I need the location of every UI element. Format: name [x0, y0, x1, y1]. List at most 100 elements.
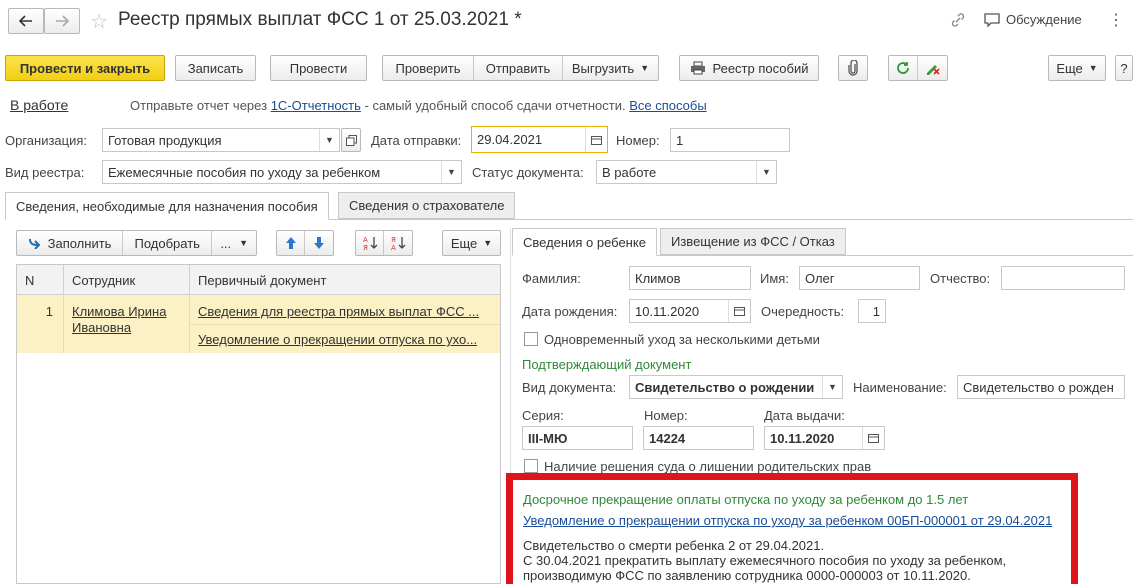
doc-type-field[interactable]: Свидетельство о рождении ▼	[629, 375, 843, 399]
hint-prefix: Отправьте отчет через	[130, 98, 268, 113]
left-more-label: Еще	[450, 235, 478, 251]
number-field[interactable]: 1	[670, 128, 790, 152]
doc-status-label: Статус документа:	[472, 165, 584, 180]
document-state-link[interactable]: В работе	[10, 97, 68, 113]
help-button[interactable]: ?	[1115, 55, 1133, 81]
tab-fss-notice[interactable]: Извещение из ФСС / Отказ	[660, 228, 846, 255]
arrow-up-icon	[285, 237, 296, 249]
court-decision-checkbox[interactable]	[524, 459, 538, 473]
patronymic-field[interactable]	[1001, 266, 1125, 290]
doc-type-value: Свидетельство о рождении	[635, 379, 815, 395]
attach-button[interactable]	[838, 55, 868, 81]
forward-button[interactable]	[44, 8, 80, 34]
all-ways-link[interactable]: Все способы	[629, 98, 706, 113]
left-more-button[interactable]: Еще ▼	[442, 230, 501, 256]
early-termination-notice: Досрочное прекращение оплаты отпуска по …	[506, 473, 1078, 584]
send-button[interactable]: Отправить	[474, 56, 563, 80]
tab-insurer-info[interactable]: Сведения о страхователе	[338, 192, 516, 219]
chevron-down-icon[interactable]: ▼	[822, 376, 842, 398]
name-field[interactable]: Олег	[799, 266, 920, 290]
post-button[interactable]: Провести	[270, 55, 367, 81]
multi-care-checkbox[interactable]	[524, 332, 538, 346]
calendar-icon[interactable]	[585, 127, 607, 152]
order-label: Очередность:	[761, 304, 845, 319]
benefits-registry-button[interactable]: Реестр пособий	[679, 55, 819, 81]
chevron-down-icon: ▼	[483, 238, 493, 248]
dots-menu-button[interactable]: ... ▼	[212, 231, 256, 255]
export-button[interactable]: Выгрузить ▼	[563, 56, 658, 80]
birth-date-field[interactable]: 10.11.2020	[629, 299, 751, 323]
dots-label: ...	[220, 235, 232, 251]
pick-button[interactable]: Подобрать	[123, 231, 213, 255]
back-button[interactable]	[8, 8, 44, 34]
fill-button[interactable]: Заполнить	[17, 231, 124, 255]
column-header-employee[interactable]: Сотрудник	[72, 273, 135, 288]
save-button[interactable]: Записать	[175, 55, 256, 81]
more-button[interactable]: Еще ▼	[1048, 55, 1106, 81]
fill-label: Заполнить	[47, 235, 112, 251]
birth-date-label: Дата рождения:	[522, 304, 618, 319]
chevron-down-icon: ▼	[1088, 63, 1098, 73]
issue-date-label: Дата выдачи:	[764, 408, 845, 423]
send-date-field[interactable]: 29.04.2021	[471, 126, 608, 153]
birth-date-value: 10.11.2020	[635, 303, 700, 319]
doc-status-field[interactable]: В работе ▼	[596, 160, 777, 184]
svg-text:А: А	[391, 244, 396, 251]
chat-icon	[984, 12, 1000, 27]
tab-child-info[interactable]: Сведения о ребенке	[512, 228, 657, 256]
post-and-close-button[interactable]: Провести и закрыть	[5, 55, 165, 81]
refresh-button[interactable]	[889, 56, 919, 80]
benefits-registry-label: Реестр пособий	[712, 60, 809, 76]
chevron-down-icon[interactable]: ▼	[756, 161, 776, 183]
sort-desc-button[interactable]: ЯА	[384, 231, 412, 255]
favorite-star-icon[interactable]: ☆	[90, 9, 108, 34]
reporting-service-link[interactable]: 1С-Отчетность	[271, 98, 361, 113]
discussion-label: Обсуждение	[1006, 12, 1082, 27]
svg-text:Я: Я	[391, 236, 396, 244]
tab-benefit-info[interactable]: Сведения, необходимые для назначения пос…	[5, 192, 329, 220]
arrow-down-icon	[314, 237, 324, 249]
sort-ascending-icon: АЯ	[363, 236, 377, 251]
primary-doc-link-1[interactable]: Сведения для реестра прямых выплат ФСС .…	[198, 304, 479, 319]
surname-field[interactable]: Климов	[629, 266, 751, 290]
link-icon[interactable]	[950, 12, 966, 28]
doc-number-field[interactable]: 14224	[643, 426, 754, 450]
table-row[interactable]: 1 Климова Ирина Ивановна Сведения для ре…	[17, 295, 500, 353]
order-field[interactable]: 1	[858, 299, 886, 323]
calendar-icon[interactable]	[728, 300, 750, 322]
org-field[interactable]: Готовая продукция ▼	[102, 128, 340, 152]
paperclip-icon	[848, 60, 858, 76]
sort-descending-icon: ЯА	[391, 236, 406, 251]
more-label: Еще	[1056, 60, 1083, 76]
termination-notice-link[interactable]: Уведомление о прекращении отпуска по ухо…	[523, 513, 1052, 528]
pencil-clear-icon	[926, 65, 940, 75]
registry-type-field[interactable]: Ежемесячные пособия по уходу за ребенком…	[102, 160, 462, 184]
employees-table: N Сотрудник Первичный документ 1 Климова…	[16, 264, 501, 584]
doc-number-label: Номер:	[644, 408, 688, 423]
name-label: Имя:	[760, 271, 789, 286]
open-org-button[interactable]	[341, 128, 361, 152]
doc-name-field[interactable]: Свидетельство о рожден	[957, 375, 1125, 399]
move-up-button[interactable]	[277, 231, 306, 255]
series-field[interactable]: III-МЮ	[522, 426, 633, 450]
svg-text:А: А	[363, 236, 368, 244]
employee-name-link[interactable]: Климова Ирина Ивановна	[72, 304, 182, 336]
doc-name-label: Наименование:	[853, 380, 947, 395]
sort-asc-button[interactable]: АЯ	[356, 231, 385, 255]
more-menu-icon[interactable]: ⋮	[1108, 10, 1124, 30]
chevron-down-icon[interactable]: ▼	[319, 129, 339, 151]
issue-date-field[interactable]: 10.11.2020	[764, 426, 885, 450]
primary-doc-link-2[interactable]: Уведомление о прекращении отпуска по ухо…	[198, 332, 477, 347]
send-date-value: 29.04.2021	[477, 132, 543, 147]
edit-clear-button[interactable]	[918, 56, 947, 80]
discussion-button[interactable]: Обсуждение	[984, 12, 1082, 27]
registry-type-label: Вид реестра:	[5, 165, 85, 180]
column-header-primary-doc[interactable]: Первичный документ	[198, 273, 326, 288]
move-down-button[interactable]	[305, 231, 333, 255]
calendar-icon[interactable]	[862, 427, 884, 449]
open-icon	[345, 134, 357, 146]
send-date-label: Дата отправки:	[371, 133, 462, 148]
column-header-n[interactable]: N	[25, 273, 34, 288]
chevron-down-icon[interactable]: ▼	[441, 161, 461, 183]
check-button[interactable]: Проверить	[383, 56, 474, 80]
